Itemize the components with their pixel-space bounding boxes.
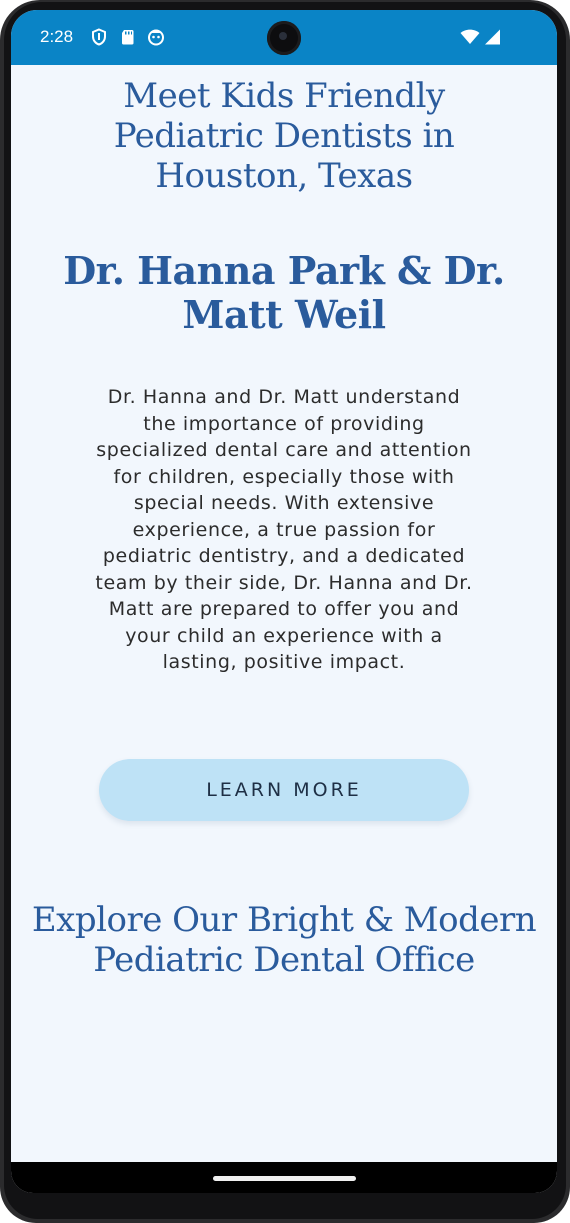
page-content: Meet Kids Friendly Pediatric Dentists in… — [11, 65, 557, 1163]
cell-signal-icon — [483, 29, 501, 47]
office-heading: Explore Our Bright & Modern Pediatric De… — [31, 900, 537, 980]
phone-frame: 2:28 Meet Kids Friendly Pediatric Dentis… — [0, 0, 570, 1223]
doctors-bio: Dr. Hanna and Dr. Matt understand the im… — [95, 386, 473, 673]
shield-icon — [90, 28, 108, 46]
home-indicator[interactable] — [213, 1176, 356, 1181]
status-bar: 2:28 — [11, 10, 557, 65]
front-camera — [267, 21, 301, 55]
camera-lens — [279, 32, 287, 40]
learn-more-button[interactable]: LEARN MORE — [99, 759, 469, 821]
sd-card-icon — [119, 28, 137, 46]
wifi-icon — [460, 29, 480, 47]
device-screen: 2:28 Meet Kids Friendly Pediatric Dentis… — [11, 10, 557, 1193]
intro-heading: Meet Kids Friendly Pediatric Dentists in… — [113, 76, 455, 196]
doctors-heading: Dr. Hanna Park & Dr. Matt Weil — [63, 248, 505, 337]
face-icon — [147, 28, 165, 46]
status-time: 2:28 — [40, 27, 74, 46]
navigation-bar — [11, 1162, 557, 1193]
